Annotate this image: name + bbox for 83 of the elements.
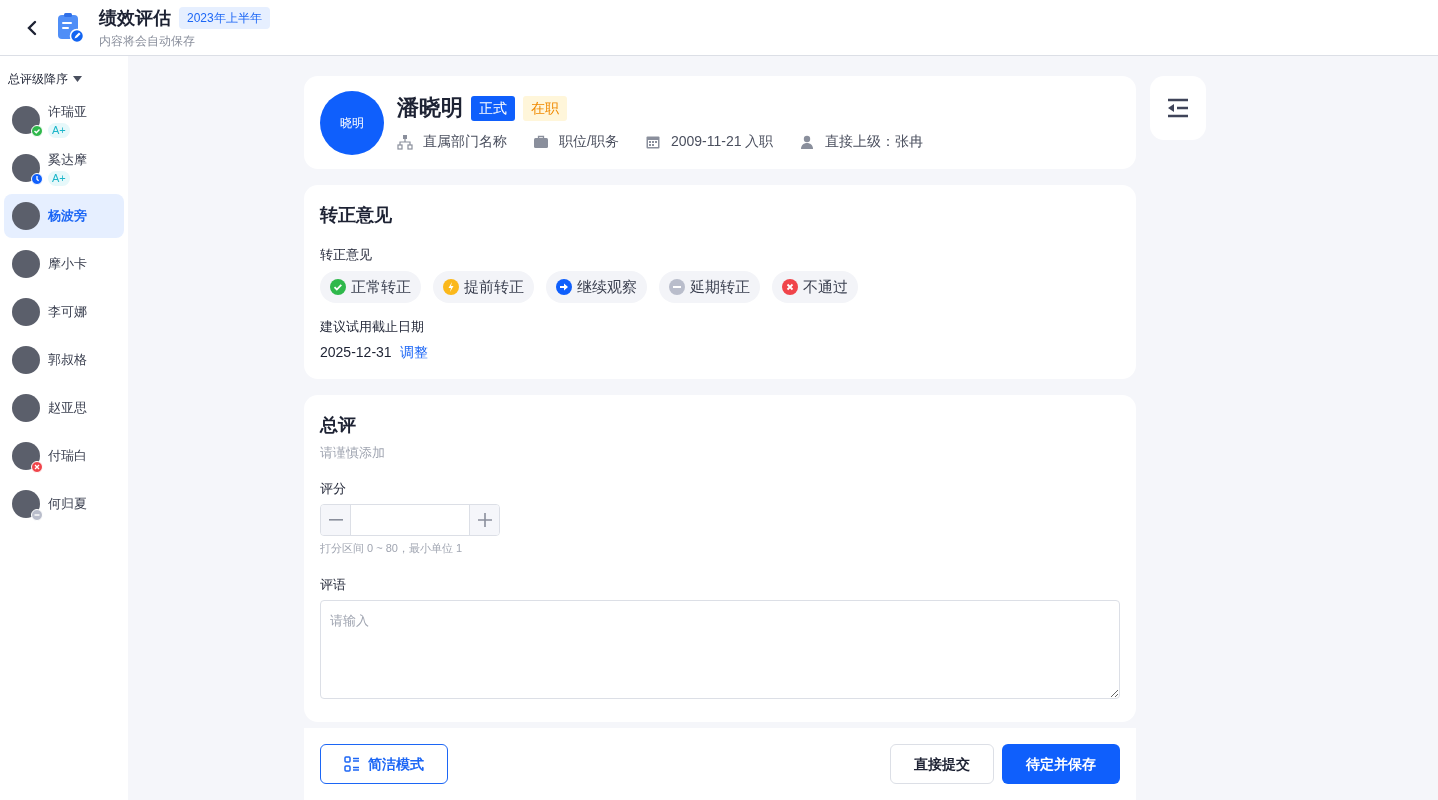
employee-name: 赵亚思 [48, 399, 87, 418]
profile-info: 2009-11-21 入职 [670, 132, 774, 152]
section-hint: 请谨慎添加 [320, 444, 386, 463]
field-label: 评语 [320, 575, 347, 594]
score-help: 打分区间 0 ~ 80，最小单位 1 [320, 541, 464, 557]
arrow-circle-icon [556, 278, 572, 295]
employee-list-item[interactable]: 杨波旁 [4, 194, 124, 238]
grade-tag: A+ [48, 170, 70, 186]
comment-field[interactable]: 请输入 [320, 600, 1120, 700]
field-label: 建议试用截止日期 [320, 317, 425, 336]
employee-list-item[interactable]: 郭叔格 [4, 338, 124, 382]
score-stepper[interactable] [320, 504, 500, 537]
opinion-option[interactable]: 继续观察 [546, 270, 647, 303]
employee-list-item[interactable]: 奚达摩 A+ [4, 146, 124, 190]
save-button[interactable]: 待定并保存 [1002, 744, 1120, 785]
check-circle-icon [330, 278, 346, 295]
field-label: 评分 [320, 479, 347, 498]
opinion-option[interactable]: 延期转正 [659, 270, 760, 303]
minus-circle-icon [669, 278, 685, 295]
avatar-photo-placeholder [12, 202, 40, 230]
avatar: 晓明 [320, 90, 384, 155]
profile-info: 直属部门名称 [423, 132, 507, 152]
avatar-photo-placeholder [12, 298, 40, 326]
person-icon [799, 133, 816, 150]
section-title: 总评 [320, 414, 357, 438]
employee-list-item[interactable]: 李可娜 [4, 290, 124, 334]
autosave-note: 内容将会自动保存 [99, 32, 196, 50]
grade-tag: A+ [48, 122, 70, 138]
section-title: 转正意见 [320, 204, 393, 228]
profile-info: 直接上级：张冉 [825, 132, 924, 152]
employee-list-item[interactable]: 付瑞白 [4, 434, 124, 478]
simple-mode-button[interactable]: 简洁模式 [320, 744, 448, 785]
opinion-option[interactable]: 提前转正 [433, 270, 534, 303]
employee-name: 何归夏 [48, 495, 87, 514]
sort-dropdown[interactable]: 总评级降序 [8, 70, 82, 88]
employee-name: 李可娜 [48, 303, 87, 322]
clock-badge-icon [31, 173, 43, 185]
field-label: 转正意见 [320, 246, 373, 265]
avatar-photo-placeholder [12, 394, 40, 422]
lightning-circle-icon [443, 278, 459, 295]
cross-badge-icon [31, 461, 43, 473]
status-tag: 在职 [523, 95, 567, 121]
opinion-option[interactable]: 正常转正 [320, 270, 421, 303]
page-title: 绩效评估 [99, 6, 171, 30]
minus-icon [328, 519, 343, 522]
minus-badge-icon [31, 509, 43, 521]
employee-list-item[interactable]: 赵亚思 [4, 386, 124, 430]
caret-icon [73, 76, 82, 82]
employee-list-item[interactable]: 许瑞亚 A+ [4, 98, 124, 142]
date-value: 2025-12-31 [320, 343, 392, 363]
employee-name: 摩小卡 [48, 255, 87, 274]
avatar-photo-placeholder [12, 106, 40, 134]
opinion-option[interactable]: 不通过 [772, 270, 858, 303]
avatar-photo-placeholder [12, 250, 40, 278]
increment-button[interactable] [469, 505, 499, 536]
decrement-button[interactable] [321, 505, 351, 536]
briefcase-icon [533, 133, 549, 150]
period-tag: 2023年上半年 [179, 6, 270, 29]
employee-name: 奚达摩 [48, 151, 87, 170]
profile-info: 职位/职务 [559, 132, 619, 152]
employee-list-item[interactable]: 摩小卡 [4, 242, 124, 286]
org-chart-icon [397, 133, 413, 150]
plus-icon [477, 513, 492, 528]
employee-name: 杨波旁 [48, 207, 87, 226]
avatar-photo-placeholder [12, 154, 40, 182]
status-tag: 正式 [471, 95, 515, 121]
avatar-photo-placeholder [12, 346, 40, 374]
check-badge-icon [31, 125, 43, 137]
employee-name: 许瑞亚 [48, 103, 87, 122]
list-layout-icon [344, 756, 360, 773]
employee-name: 郭叔格 [48, 351, 87, 370]
collapse-menu-icon [1167, 98, 1189, 118]
employee-name: 付瑞白 [48, 447, 87, 466]
avatar-photo-placeholder [12, 442, 40, 470]
avatar-photo-placeholder [12, 490, 40, 518]
employee-name: 潘晓明 [397, 94, 463, 123]
cross-circle-icon [782, 278, 798, 295]
employee-list-item[interactable]: 何归夏 [4, 482, 124, 526]
submit-button[interactable]: 直接提交 [890, 744, 994, 785]
adjust-link[interactable]: 调整 [399, 342, 428, 364]
collapse-panel-button[interactable] [1150, 76, 1206, 140]
back-icon [27, 19, 37, 36]
clipboard-edit-icon [56, 12, 84, 43]
